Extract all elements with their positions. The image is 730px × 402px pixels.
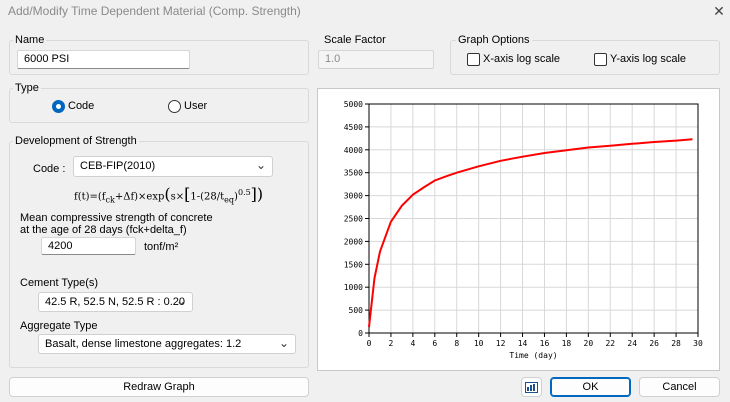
x-tick-label: 26 bbox=[649, 339, 659, 348]
y-tick-label: 5000 bbox=[344, 100, 363, 109]
chart-icon bbox=[525, 382, 538, 393]
x-tick-label: 12 bbox=[496, 339, 506, 348]
mean-strength-label-2: at the age of 28 days (fck+delta_f) bbox=[20, 224, 187, 236]
cement-type-value: 42.5 R, 52.5 N, 52.5 R : 0.20 bbox=[45, 296, 186, 308]
y-log-label: Y-axis log scale bbox=[610, 53, 687, 65]
y-tick-label: 4000 bbox=[344, 146, 363, 155]
close-icon[interactable]: ✕ bbox=[710, 2, 728, 20]
formula-prefix: f(t)=(f bbox=[74, 191, 106, 203]
y-tick-label: 4500 bbox=[344, 123, 363, 132]
x-tick-label: 10 bbox=[474, 339, 484, 348]
formula-exp: 0.5 bbox=[237, 188, 251, 197]
y-tick-label: 500 bbox=[349, 306, 364, 315]
x-tick-label: 2 bbox=[389, 339, 394, 348]
x-axis-label: Time (day) bbox=[509, 351, 557, 360]
graph-options-label: Graph Options bbox=[456, 34, 532, 46]
y-log-checkbox[interactable] bbox=[594, 53, 607, 66]
cement-type-select[interactable]: 42.5 R, 52.5 N, 52.5 R : 0.20 ⌄ bbox=[38, 292, 193, 312]
x-tick-label: 16 bbox=[540, 339, 550, 348]
cancel-button[interactable]: Cancel bbox=[639, 377, 720, 397]
x-tick-label: 8 bbox=[454, 339, 459, 348]
mean-strength-label-1: Mean compressive strength of concrete bbox=[20, 212, 213, 224]
x-tick-label: 30 bbox=[693, 339, 703, 348]
code-label: Code : bbox=[33, 163, 66, 175]
y-tick-label: 3500 bbox=[344, 169, 363, 178]
aggregate-type-label: Aggregate Type bbox=[20, 320, 98, 332]
x-tick-label: 0 bbox=[367, 339, 372, 348]
scale-factor-label: Scale Factor bbox=[322, 34, 388, 46]
strength-formula: f(t)=(fck+Δf)×exp(s×[1-(28/teq)0.5]) bbox=[74, 184, 264, 205]
ok-button[interactable]: OK bbox=[550, 377, 631, 397]
chevron-down-icon: ⌄ bbox=[255, 158, 266, 172]
type-group-label: Type bbox=[13, 82, 41, 94]
formula-eq: eq bbox=[224, 195, 235, 205]
x-tick-label: 20 bbox=[584, 339, 594, 348]
mean-strength-input[interactable]: 4200 bbox=[41, 237, 136, 255]
name-input[interactable]: 6000 PSI bbox=[17, 50, 190, 69]
formula-one: 1-(28/t bbox=[190, 191, 225, 203]
formula-s: s× bbox=[170, 191, 185, 203]
code-select-value: CEB-FIP(2010) bbox=[80, 160, 156, 172]
x-tick-label: 28 bbox=[671, 339, 681, 348]
formula-ck: ck bbox=[105, 195, 115, 205]
strength-curve bbox=[368, 138, 693, 328]
y-tick-label: 3000 bbox=[344, 192, 363, 201]
mean-strength-unit: tonf/m² bbox=[144, 241, 179, 253]
y-tick-label: 2000 bbox=[344, 237, 363, 246]
type-code-radio[interactable] bbox=[52, 100, 65, 113]
copy-graph-button[interactable] bbox=[521, 377, 542, 397]
name-group-label: Name bbox=[13, 34, 47, 46]
aggregate-type-value: Basalt, dense limestone aggregates: 1.2 bbox=[45, 338, 242, 350]
aggregate-type-select[interactable]: Basalt, dense limestone aggregates: 1.2 … bbox=[38, 334, 296, 354]
x-tick-label: 22 bbox=[605, 339, 615, 348]
y-tick-label: 2500 bbox=[344, 215, 363, 224]
x-tick-label: 18 bbox=[562, 339, 572, 348]
scale-factor-input: 1.0 bbox=[318, 50, 434, 69]
y-tick-label: 1000 bbox=[344, 283, 363, 292]
type-code-label: Code bbox=[68, 100, 95, 112]
chevron-down-icon: ⌄ bbox=[278, 336, 289, 350]
redraw-graph-button[interactable]: Redraw Graph bbox=[9, 377, 309, 397]
code-select[interactable]: CEB-FIP(2010) ⌄ bbox=[73, 156, 273, 177]
y-tick-label: 0 bbox=[358, 329, 363, 338]
x-tick-label: 6 bbox=[432, 339, 437, 348]
x-tick-label: 24 bbox=[627, 339, 637, 348]
x-log-label: X-axis log scale bbox=[483, 53, 561, 65]
x-tick-label: 4 bbox=[410, 339, 415, 348]
type-user-radio[interactable] bbox=[168, 100, 181, 113]
title-bar: Add/Modify Time Dependent Material (Comp… bbox=[0, 0, 730, 22]
cement-type-label: Cement Type(s) bbox=[20, 277, 99, 289]
type-user-label: User bbox=[184, 100, 208, 112]
strength-chart: 0 2 4 6 8 10 12 14 16 18 20 22 24 26 28 300500100015002… bbox=[344, 100, 703, 360]
x-tick-label: 14 bbox=[518, 339, 528, 348]
strength-group-label: Development of Strength bbox=[13, 135, 139, 147]
x-log-checkbox[interactable] bbox=[467, 53, 480, 66]
chevron-down-icon: ⌄ bbox=[175, 294, 186, 308]
graph-panel: 0 2 4 6 8 10 12 14 16 18 20 22 24 26 28 30 0 500 1000 1500 2… bbox=[317, 88, 720, 371]
window-title: Add/Modify Time Dependent Material (Comp… bbox=[8, 4, 301, 18]
formula-plus: +Δf)×exp bbox=[114, 191, 165, 203]
y-tick-label: 1500 bbox=[344, 260, 363, 269]
